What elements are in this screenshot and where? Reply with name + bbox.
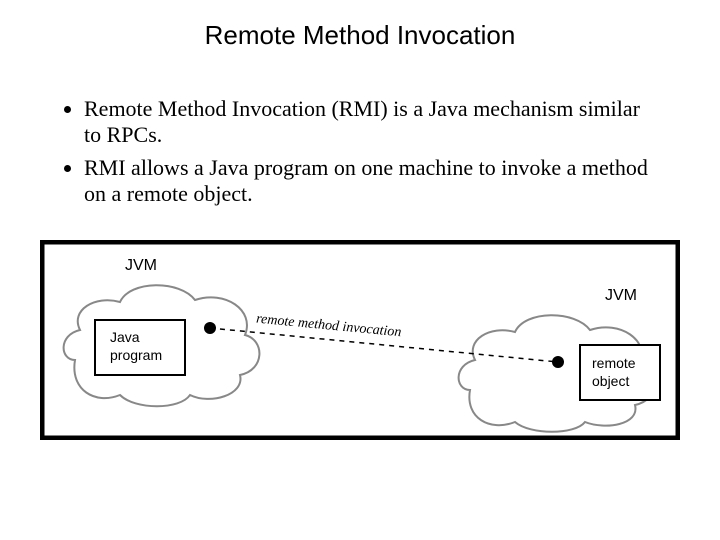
left-box-line1: Java bbox=[110, 329, 140, 345]
bullet-item: Remote Method Invocation (RMI) is a Java… bbox=[84, 96, 660, 149]
left-box-line2: program bbox=[110, 347, 162, 363]
left-box: Java program bbox=[95, 320, 185, 375]
slide: Remote Method Invocation Remote Method I… bbox=[0, 0, 720, 540]
bullet-list: Remote Method Invocation (RMI) is a Java… bbox=[60, 96, 660, 214]
right-box-line1: remote bbox=[592, 355, 636, 371]
rmi-figure: JVM Java program JVM remote object bbox=[40, 240, 680, 440]
right-cloud-label: JVM bbox=[605, 287, 637, 304]
bullet-item: RMI allows a Java program on one machine… bbox=[84, 155, 660, 208]
right-box: remote object bbox=[580, 345, 660, 400]
left-cloud-label: JVM bbox=[125, 257, 157, 274]
slide-title: Remote Method Invocation bbox=[0, 20, 720, 51]
right-box-line2: object bbox=[592, 373, 629, 389]
